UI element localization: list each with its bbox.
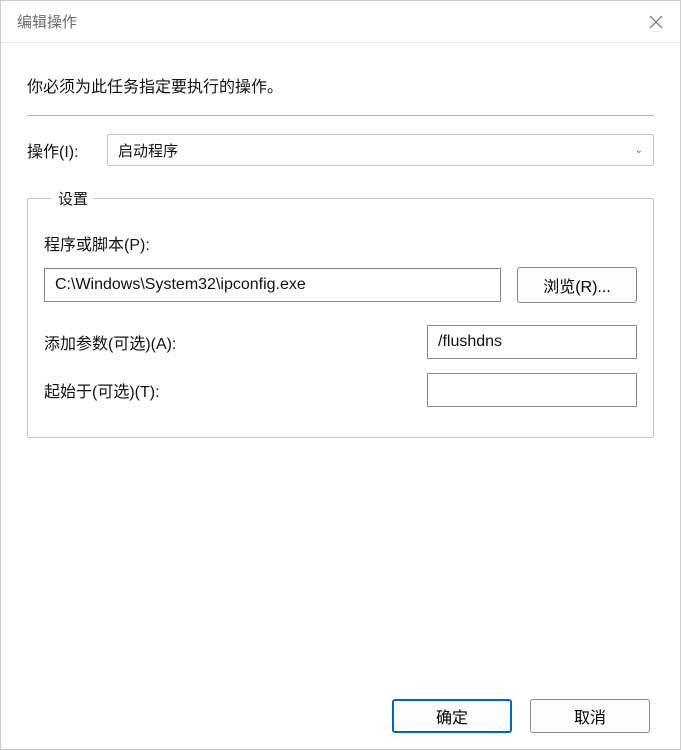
dialog-button-row: 确定 取消 xyxy=(27,699,654,733)
browse-button[interactable]: 浏览(R)... xyxy=(517,267,637,303)
action-label: 操作(I): xyxy=(27,138,89,162)
action-row: 操作(I): 启动程序 ⌄ xyxy=(27,134,654,166)
startin-label: 起始于(可选)(T): xyxy=(44,378,407,402)
action-select-value: 启动程序 xyxy=(118,140,178,161)
startin-input[interactable] xyxy=(427,373,637,407)
divider xyxy=(27,115,654,116)
close-button[interactable] xyxy=(632,1,680,43)
instruction-text: 你必须为此任务指定要执行的操作。 xyxy=(27,73,654,97)
program-label: 程序或脚本(P): xyxy=(44,237,150,254)
titlebar: 编辑操作 xyxy=(1,1,680,43)
spacer xyxy=(27,438,654,685)
arguments-label: 添加参数(可选)(A): xyxy=(44,330,407,354)
settings-fieldset: 设置 程序或脚本(P): 浏览(R)... 添加参数(可选)(A): 起始于(可… xyxy=(27,188,654,438)
dialog-content: 你必须为此任务指定要执行的操作。 操作(I): 启动程序 ⌄ 设置 程序或脚本(… xyxy=(1,43,680,749)
settings-legend: 设置 xyxy=(52,188,94,209)
cancel-button[interactable]: 取消 xyxy=(530,699,650,733)
dialog-title: 编辑操作 xyxy=(17,11,77,32)
action-select[interactable]: 启动程序 ⌄ xyxy=(107,134,654,166)
close-icon xyxy=(649,15,663,29)
arguments-input[interactable] xyxy=(427,325,637,359)
chevron-down-icon: ⌄ xyxy=(635,145,643,156)
program-input[interactable] xyxy=(44,268,501,302)
ok-button[interactable]: 确定 xyxy=(392,699,512,733)
